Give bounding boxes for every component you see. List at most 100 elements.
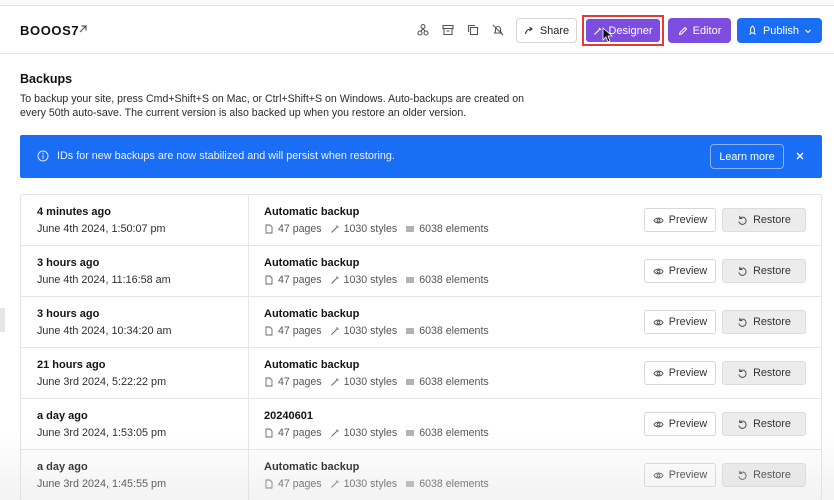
restore-button[interactable]: Restore [722,310,806,334]
backup-name: Automatic backup [264,308,360,320]
pages-count: 47 pages [278,274,322,286]
restore-label: Restore [753,265,791,277]
pages-count: 47 pages [278,223,322,235]
backup-stats: 47 pages 1030 styles 6038 elements [264,325,497,337]
backup-stats: 47 pages 1030 styles 6038 elements [264,427,497,439]
styles-count: 1030 styles [343,427,398,439]
page-icon [265,428,273,438]
restore-button[interactable]: Restore [722,463,806,487]
backup-date: June 3rd 2024, 1:45:55 pm [37,478,167,490]
mouse-cursor-icon [602,27,614,43]
table-row: a day ago June 3rd 2024, 1:53:05 pm 2024… [21,399,821,450]
styles-count: 1030 styles [343,478,398,490]
page-icon [265,224,273,234]
brush-icon [330,276,339,284]
backup-name: Automatic backup [264,257,360,269]
backup-name: 20240601 [264,410,313,422]
restore-icon [738,317,747,327]
backup-stats: 47 pages 1030 styles 6038 elements [264,223,497,235]
restore-icon [738,266,747,276]
restore-button[interactable]: Restore [722,361,806,385]
preview-button[interactable]: Preview [644,259,716,283]
external-link-icon[interactable] [77,23,89,35]
restore-label: Restore [753,316,791,328]
pencil-icon [678,26,687,35]
page-icon [265,275,273,285]
notifications-off-icon[interactable] [491,23,505,37]
restore-button[interactable]: Restore [722,208,806,232]
designer-button[interactable]: Designer [586,19,660,42]
table-row: a day ago June 3rd 2024, 1:45:55 pm Auto… [21,450,821,500]
column-divider [248,195,249,245]
elements-count: 6038 elements [419,274,489,286]
publish-button[interactable]: Publish [737,18,822,43]
info-icon [37,150,49,162]
restore-label: Restore [753,469,791,481]
column-divider [248,348,249,398]
backup-relative-time: 3 hours ago [37,257,100,269]
backup-date: June 4th 2024, 10:34:20 am [37,325,172,337]
eye-icon [653,319,664,325]
share-label: Share [539,24,570,37]
eye-icon [653,421,664,427]
nodes-icon[interactable] [416,23,430,37]
editor-label: Editor [692,24,722,37]
layers-icon [406,379,415,385]
backup-date: June 3rd 2024, 1:53:05 pm [37,427,167,439]
preview-label: Preview [668,316,708,328]
restore-button[interactable]: Restore [722,412,806,436]
preview-button[interactable]: Preview [644,208,716,232]
restore-icon [738,215,747,225]
learn-more-button[interactable]: Learn more [710,144,784,169]
editor-button[interactable]: Editor [668,18,731,43]
share-button[interactable]: Share [516,18,577,43]
styles-count: 1030 styles [343,376,398,388]
table-row: 21 hours ago June 3rd 2024, 5:22:22 pm A… [21,348,821,399]
site-name: BOOOS7 [20,23,80,38]
column-divider [248,246,249,296]
page-icon [265,326,273,336]
layers-icon [406,277,415,283]
top-bar: BOOOS7 Share Designer Editor Publish [0,6,834,54]
page-title: Backups [20,72,73,86]
close-icon[interactable] [793,149,807,163]
backup-stats: 47 pages 1030 styles 6038 elements [264,376,497,388]
archive-icon[interactable] [441,23,455,37]
restore-button[interactable]: Restore [722,259,806,283]
backup-name: Automatic backup [264,359,360,371]
layers-icon [406,430,415,436]
chevron-down-icon [805,29,811,33]
backup-relative-time: 4 minutes ago [37,206,111,218]
page-description: To backup your site, press Cmd+Shift+S o… [20,93,525,119]
page-icon [265,377,273,387]
backup-name: Automatic backup [264,461,360,473]
layers-icon [406,226,415,232]
preview-label: Preview [668,418,708,430]
copy-icon[interactable] [466,23,480,37]
layers-icon [406,481,415,487]
banner-text: IDs for new backups are now stabilized a… [57,150,395,162]
preview-button[interactable]: Preview [644,463,716,487]
backup-relative-time: 21 hours ago [37,359,106,371]
backup-date: June 4th 2024, 11:16:58 am [37,274,171,286]
backup-relative-time: a day ago [37,461,88,473]
publish-label: Publish [762,24,800,37]
styles-count: 1030 styles [343,223,398,235]
preview-label: Preview [668,214,708,226]
column-divider [248,450,249,500]
pages-count: 47 pages [278,376,322,388]
brush-icon [330,429,339,437]
preview-button[interactable]: Preview [644,310,716,334]
share-icon [524,26,533,35]
designer-label: Designer [608,24,653,37]
restore-icon [738,419,747,429]
layers-icon [406,328,415,334]
brush-icon [330,225,339,233]
restore-icon [738,470,747,480]
restore-icon [738,368,747,378]
preview-button[interactable]: Preview [644,361,716,385]
elements-count: 6038 elements [419,376,489,388]
preview-button[interactable]: Preview [644,412,716,436]
backup-name: Automatic backup [264,206,360,218]
pages-count: 47 pages [278,325,322,337]
